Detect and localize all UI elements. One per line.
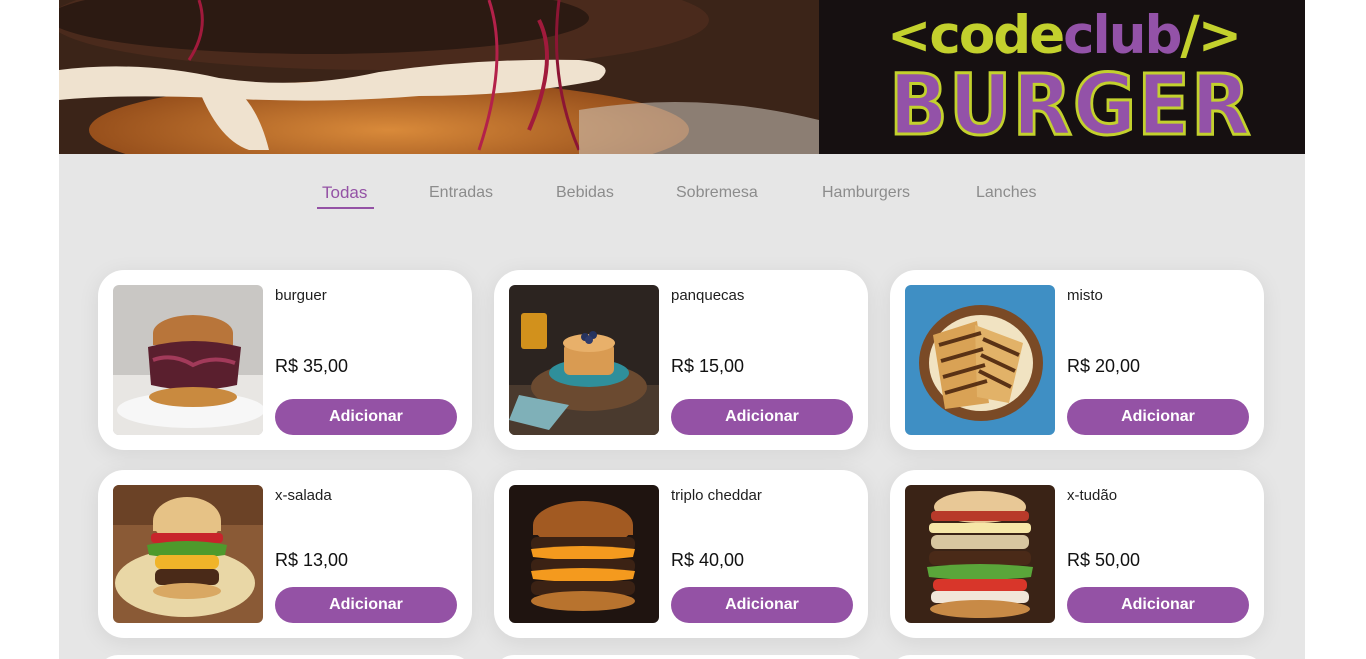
tab-hamburgers[interactable]: Hamburgers xyxy=(822,184,910,202)
toasted-sandwich-photo xyxy=(905,285,1055,435)
product-card-partial xyxy=(890,655,1264,659)
add-to-cart-button[interactable]: Adicionar xyxy=(671,587,853,623)
product-name: panquecas xyxy=(671,287,745,304)
product-price: R$ 15,00 xyxy=(671,356,745,376)
product-card-partial xyxy=(494,655,868,659)
tab-bebidas[interactable]: Bebidas xyxy=(556,184,614,202)
product-price: R$ 40,00 xyxy=(671,550,745,570)
menu-page: <codeclub/> BURGER Todas Entradas Bebida… xyxy=(59,0,1305,659)
product-card-partial xyxy=(98,655,472,659)
product-card: x-tudão R$ 50,00 Adicionar xyxy=(890,470,1264,638)
product-price: R$ 20,00 xyxy=(1067,356,1141,376)
tab-todas[interactable]: Todas xyxy=(322,183,367,203)
logo-burger-text: BURGER xyxy=(888,56,1252,154)
pancakes-photo xyxy=(509,285,659,435)
category-tabs: Todas Entradas Bebidas Sobremesa Hamburg… xyxy=(59,180,1305,214)
add-to-cart-button[interactable]: Adicionar xyxy=(275,399,457,435)
loaded-burger-photo xyxy=(905,485,1055,623)
product-card: misto R$ 20,00 Adicionar xyxy=(890,270,1264,450)
product-name: triplo cheddar xyxy=(671,487,762,504)
add-to-cart-button[interactable]: Adicionar xyxy=(1067,587,1249,623)
product-name: x-salada xyxy=(275,487,332,504)
active-tab-underline xyxy=(317,207,374,209)
product-name: misto xyxy=(1067,287,1103,304)
product-card: triplo cheddar R$ 40,00 Adicionar xyxy=(494,470,868,638)
product-price: R$ 35,00 xyxy=(275,356,349,376)
product-card: panquecas R$ 15,00 Adicionar xyxy=(494,270,868,450)
header-banner: <codeclub/> BURGER xyxy=(59,0,1305,154)
tab-lanches[interactable]: Lanches xyxy=(976,184,1037,202)
product-card: x-salada R$ 13,00 Adicionar xyxy=(98,470,472,638)
product-name: burguer xyxy=(275,287,327,304)
product-card: burguer R$ 35,00 Adicionar xyxy=(98,270,472,450)
add-to-cart-button[interactable]: Adicionar xyxy=(1067,399,1249,435)
product-price: R$ 13,00 xyxy=(275,550,349,570)
product-price: R$ 50,00 xyxy=(1067,550,1141,570)
salad-burger-photo xyxy=(113,485,263,623)
add-to-cart-button[interactable]: Adicionar xyxy=(671,399,853,435)
tab-sobremesa[interactable]: Sobremesa xyxy=(676,184,758,202)
product-name: x-tudão xyxy=(1067,487,1118,504)
burger-photo xyxy=(113,285,263,435)
cheddar-burger-photo xyxy=(509,485,659,623)
tab-entradas[interactable]: Entradas xyxy=(429,184,493,202)
add-to-cart-button[interactable]: Adicionar xyxy=(275,587,457,623)
